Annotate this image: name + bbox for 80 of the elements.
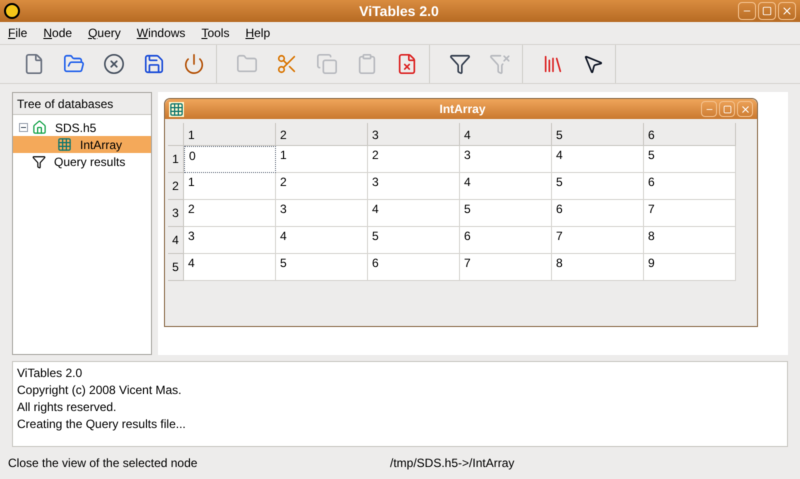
table-cell: 2 [184, 200, 276, 227]
log-line: Copyright (c) 2008 Vicent Mas. [17, 382, 183, 397]
funnel-icon [489, 53, 511, 75]
table-cell: 9 [644, 254, 736, 281]
log-line: ViTables 2.0 [17, 365, 84, 380]
table-cell: 7 [460, 254, 552, 281]
maximize-icon [762, 6, 772, 16]
table-cell: 3 [460, 146, 552, 173]
menu-item[interactable]: Help [245, 24, 270, 42]
minimize-button[interactable] [701, 101, 717, 117]
close-button[interactable] [737, 101, 753, 117]
table-cell: 3 [368, 173, 460, 200]
house-icon [32, 120, 47, 135]
table-cell: 5 [552, 173, 644, 200]
maximize-button[interactable] [758, 2, 776, 20]
app-logo-icon [4, 3, 20, 19]
table-cell: 4 [552, 146, 644, 173]
table-cell: 5 [276, 254, 368, 281]
table-cell: 3 [184, 227, 276, 254]
table-cell: 8 [644, 227, 736, 254]
table-cell: 0 [184, 146, 276, 173]
table-cell: 4 [368, 200, 460, 227]
table-cell: 6 [368, 254, 460, 281]
funnel-icon [32, 154, 46, 168]
delete-file-icon [396, 53, 418, 75]
expander-icon[interactable] [19, 123, 28, 132]
maximize-button[interactable] [719, 101, 735, 117]
tree-item[interactable]: Query results [13, 153, 151, 170]
folder-icon [236, 53, 258, 75]
scissors-icon [276, 53, 298, 75]
maximize-icon [722, 104, 732, 114]
menu-item[interactable]: Query [88, 24, 121, 42]
close-icon [781, 5, 793, 17]
grid-icon [169, 102, 184, 116]
table-cell: 4 [460, 173, 552, 200]
close-icon [740, 104, 750, 114]
tree-label: Query results [54, 154, 126, 170]
table-cell: 5 [368, 227, 460, 254]
tree-item[interactable]: SDS.h5 [13, 119, 151, 136]
table-cell: 2 [368, 146, 460, 173]
table-cell: 4 [184, 254, 276, 281]
save-icon [143, 53, 165, 75]
table-cell: 1 [184, 173, 276, 200]
table-cell: 5 [460, 200, 552, 227]
file-icon [23, 53, 45, 75]
table-cell: 6 [460, 227, 552, 254]
minimize-button[interactable] [738, 2, 756, 20]
table-cell: 4 [276, 227, 368, 254]
funnel-icon [449, 53, 471, 75]
folder-icon [63, 53, 85, 75]
subwindow-title: IntArray [439, 101, 486, 118]
grid-icon [57, 137, 72, 152]
table-cell: 3 [276, 200, 368, 227]
table-cell: 5 [644, 146, 736, 173]
table-cell: 8 [552, 254, 644, 281]
table-cell: 7 [552, 227, 644, 254]
log-line: Creating the Query results file... [17, 416, 187, 431]
tree-header: Tree of databases [13, 93, 151, 115]
copy-icon [316, 53, 338, 75]
status-path: /tmp/SDS.h5->/IntArray [390, 455, 514, 472]
table-cell: 7 [644, 200, 736, 227]
menu-item[interactable]: Tools [201, 24, 230, 42]
status-message: Close the view of the selected node [8, 455, 198, 472]
menu-item[interactable]: Windows [136, 24, 186, 42]
close-icon [103, 53, 125, 75]
tree-label: SDS.h5 [55, 120, 96, 136]
tree-item[interactable]: IntArray [13, 136, 151, 153]
log-line: All rights reserved. [17, 399, 118, 414]
close-button[interactable] [778, 2, 796, 20]
clipboard-icon [356, 53, 378, 75]
tree-label: IntArray [80, 136, 122, 154]
books-icon [542, 53, 564, 75]
table-cell: 2 [276, 173, 368, 200]
window-title: ViTables 2.0 [359, 2, 439, 20]
power-icon [183, 53, 205, 75]
menu-item[interactable]: Node [43, 24, 72, 42]
table-cell: 6 [552, 200, 644, 227]
table-cell: 6 [644, 173, 736, 200]
table-cell: 1 [276, 146, 368, 173]
menu-item[interactable]: File [8, 24, 28, 42]
